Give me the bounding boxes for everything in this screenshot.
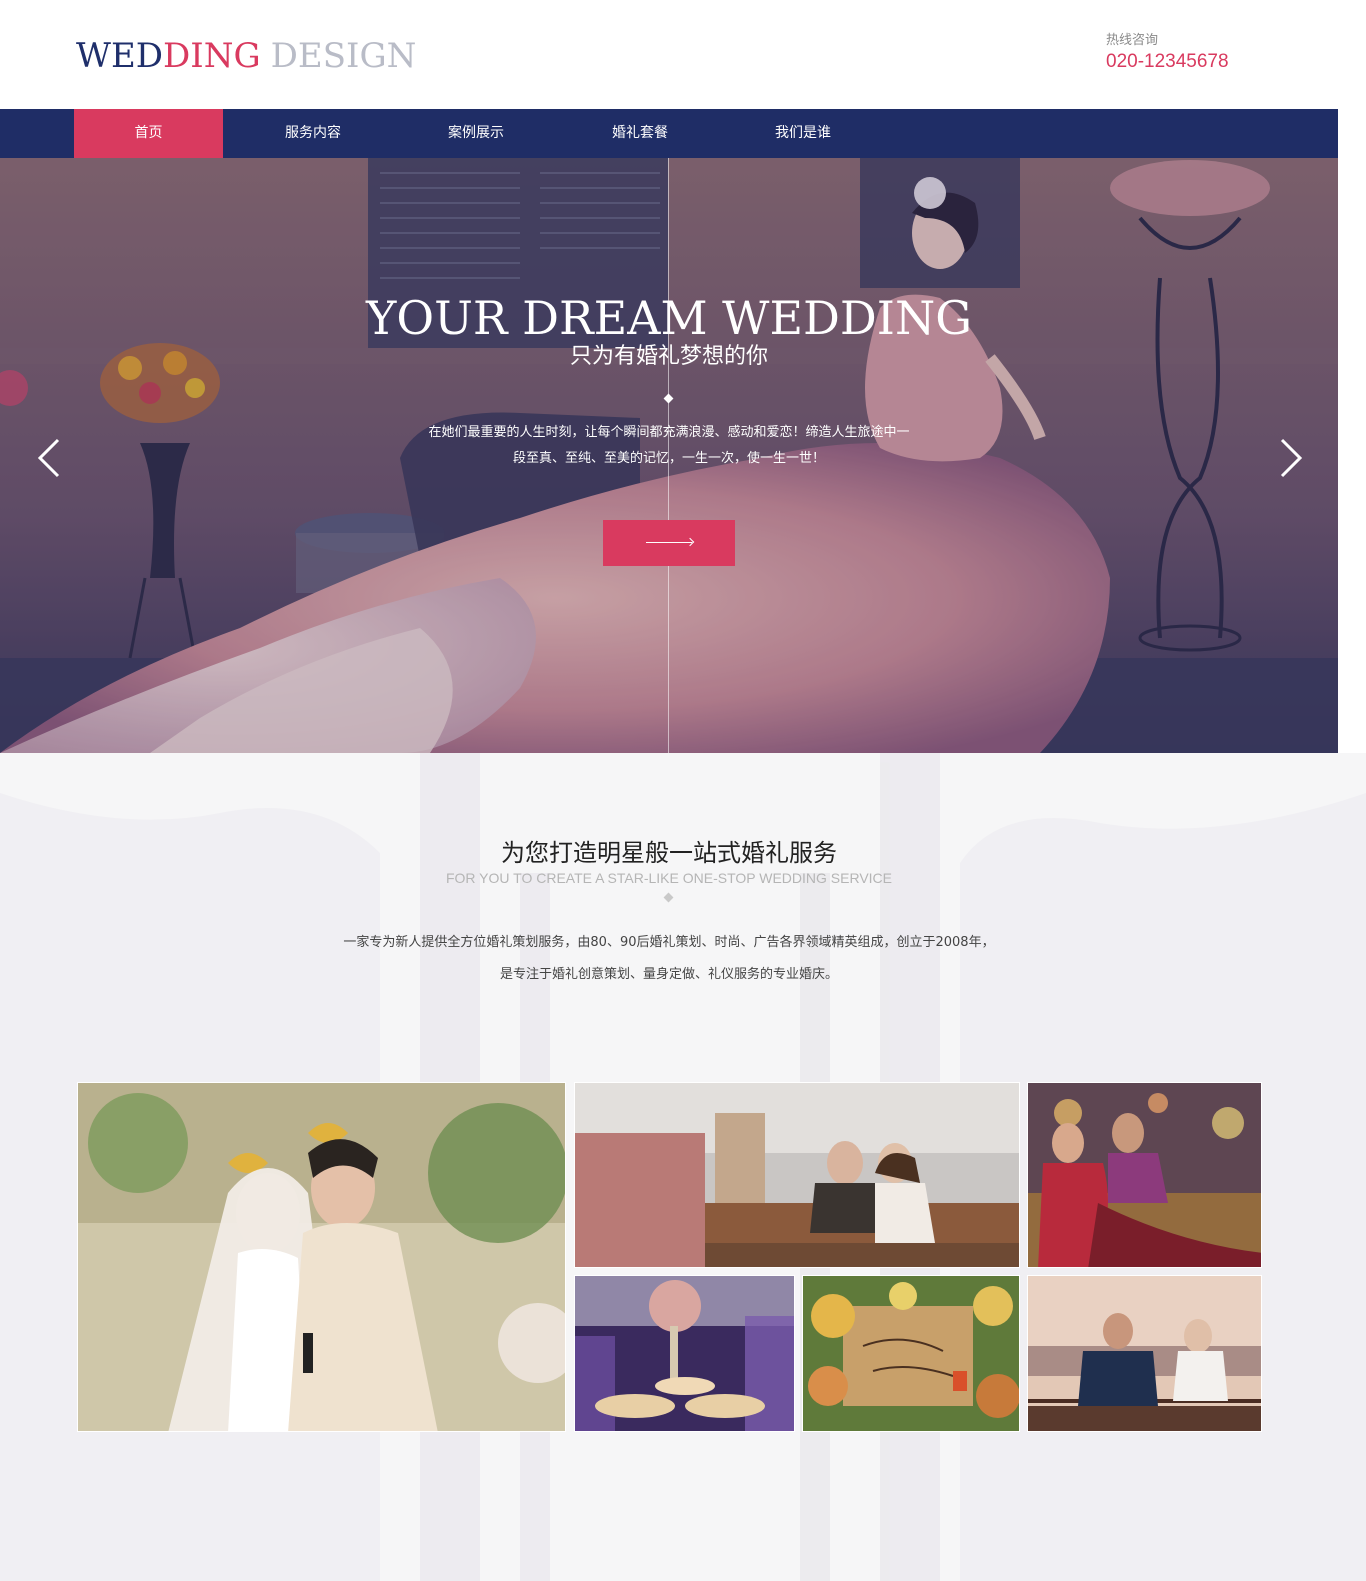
main-nav: 首页 服务内容 案例展示 婚礼套餐 我们是谁 bbox=[0, 109, 1338, 158]
chevron-left-icon bbox=[37, 438, 60, 478]
gallery-photo-banquet[interactable] bbox=[574, 1275, 795, 1432]
nav-item-services[interactable]: 服务内容 bbox=[238, 109, 388, 158]
gallery-photo-banquet-image bbox=[575, 1276, 794, 1431]
chevron-right-icon bbox=[1280, 438, 1303, 478]
gallery-photo-couple-night[interactable] bbox=[1027, 1082, 1262, 1268]
logo-text-part1: WED bbox=[76, 36, 164, 76]
hero-description-line2: 段至真、至纯、至美的记忆，一生一次，使一生一世！ bbox=[512, 451, 825, 466]
gallery-photo-rooftop[interactable] bbox=[574, 1082, 1020, 1268]
services-title: 为您打造明星般一站式婚礼服务 bbox=[501, 839, 837, 867]
hero-banner: YOUR DREAM WEDDING 只为有婚礼梦想的你 在她们最重要的人生时刻… bbox=[0, 158, 1338, 753]
services-section: 为您打造明星般一站式婚礼服务 FOR YOU TO CREATE A STAR-… bbox=[0, 753, 1366, 1581]
site-header: WEDDING DESIGN 热线咨询 020-12345678 bbox=[0, 0, 1366, 109]
gallery-photo-waterfront[interactable] bbox=[1027, 1275, 1262, 1432]
nav-item-home[interactable]: 首页 bbox=[74, 109, 223, 158]
services-description-line2: 是专注于婚礼创意策划、量身定做、礼仪服务的专业婚庆。 bbox=[499, 967, 838, 982]
arrow-right-icon-head bbox=[685, 537, 695, 547]
hotline-label: 热线咨询 bbox=[1106, 33, 1159, 48]
gallery-photo-sign-board-image bbox=[803, 1276, 1019, 1431]
nav-item-cases[interactable]: 案例展示 bbox=[401, 109, 551, 158]
hero-title: YOUR DREAM WEDDING bbox=[366, 291, 972, 345]
gallery-photo-sign-board[interactable] bbox=[802, 1275, 1020, 1432]
gallery-photo-rooftop-image bbox=[575, 1083, 1019, 1267]
hero-subtitle: 只为有婚礼梦想的你 bbox=[569, 344, 768, 369]
gallery-photo-kiss-image bbox=[78, 1083, 565, 1431]
site-logo[interactable]: WEDDING DESIGN bbox=[76, 36, 416, 76]
hotline: 热线咨询 020-12345678 bbox=[1106, 32, 1306, 74]
hotline-phone[interactable]: 020-12345678 bbox=[1106, 50, 1306, 74]
hero-description: 在她们最重要的人生时刻，让每个瞬间都充满浪漫、感动和爱恋！缔造人生旅途中一 段至… bbox=[400, 420, 938, 472]
nav-item-about[interactable]: 我们是谁 bbox=[728, 109, 878, 158]
logo-text-part3: DESIGN bbox=[270, 36, 417, 76]
hero-more-button[interactable] bbox=[603, 520, 735, 566]
gallery-photo-waterfront-image bbox=[1028, 1276, 1261, 1431]
services-description-line1: 一家专为新人提供全方位婚礼策划服务，由80、90后婚礼策划、时尚、广告各界领域精… bbox=[343, 935, 995, 950]
logo-text-part2: DING bbox=[163, 36, 261, 76]
gallery-photo-couple-night-image bbox=[1028, 1083, 1261, 1267]
services-subtitle: FOR YOU TO CREATE A STAR-LIKE ONE-STOP W… bbox=[445, 870, 893, 886]
nav-item-packages[interactable]: 婚礼套餐 bbox=[565, 109, 715, 158]
carousel-prev-button[interactable] bbox=[30, 436, 70, 480]
carousel-next-button[interactable] bbox=[1270, 436, 1310, 480]
hero-description-line1: 在她们最重要的人生时刻，让每个瞬间都充满浪漫、感动和爱恋！缔造人生旅途中一 bbox=[428, 425, 910, 440]
services-description: 一家专为新人提供全方位婚礼策划服务，由80、90后婚礼策划、时尚、广告各界领域精… bbox=[280, 927, 1058, 991]
gallery-photo-kiss[interactable] bbox=[77, 1082, 566, 1432]
